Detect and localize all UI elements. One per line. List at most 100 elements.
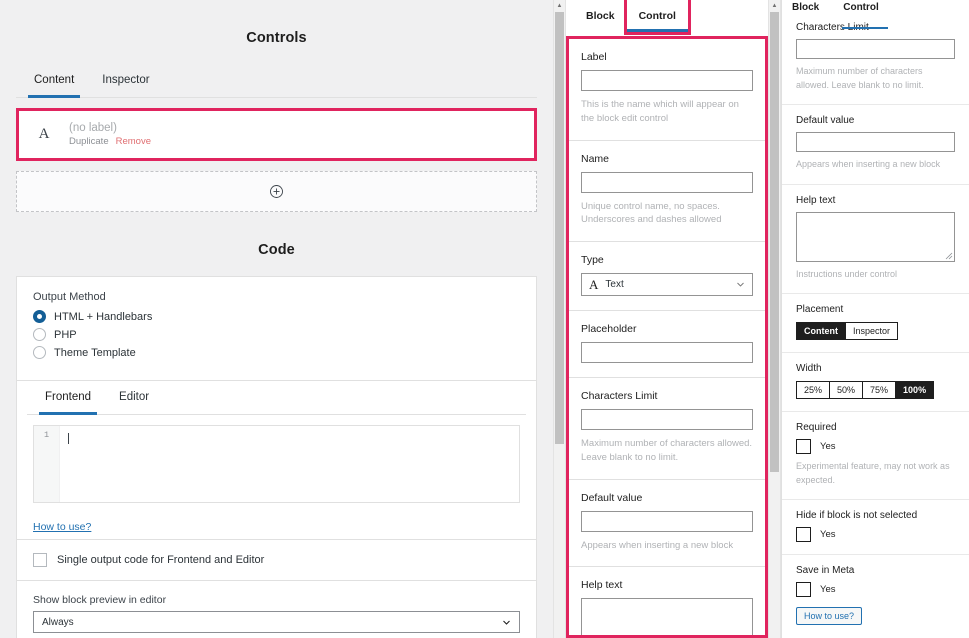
type-select[interactable]: A Text xyxy=(581,273,753,297)
panel-tabs: Block Control xyxy=(566,0,768,36)
width-option-50[interactable]: 50% xyxy=(830,382,864,398)
type-select-value: Text xyxy=(605,279,624,291)
label-field-label: Label xyxy=(581,51,607,63)
scroll-up-arrow-icon[interactable]: ▲ xyxy=(554,0,565,11)
name-field-label: Name xyxy=(581,152,610,165)
block-preview-value: Always xyxy=(42,616,74,628)
code-editor[interactable]: 1 xyxy=(33,425,520,503)
inspector-help-text-group: Help text Instructions under control xyxy=(782,185,969,294)
name-input[interactable] xyxy=(581,171,753,193)
block-preview-label: Show block preview in editor xyxy=(33,594,167,606)
placeholder-field-label: Placeholder xyxy=(581,323,637,336)
characters-limit-input[interactable] xyxy=(581,409,753,431)
width-option-75[interactable]: 75% xyxy=(863,382,897,398)
checkbox-icon[interactable] xyxy=(796,527,811,542)
hide-if-not-selected-checkbox-row[interactable]: Yes xyxy=(796,527,955,542)
resize-handle-icon[interactable] xyxy=(945,252,953,260)
inspector-characters-limit-input[interactable] xyxy=(796,39,955,59)
help-text-textarea[interactable] xyxy=(581,598,753,635)
code-editor-line[interactable] xyxy=(60,426,519,502)
right-panel-scrollbar[interactable]: ▲ xyxy=(768,0,781,638)
app-screen: Controls Content Inspector A (no label) … xyxy=(0,0,969,638)
scrollbar-thumb[interactable] xyxy=(770,12,779,472)
label-input[interactable] xyxy=(581,70,753,91)
single-output-checkbox-row[interactable]: Single output code for Frontend and Edit… xyxy=(17,540,536,580)
save-in-meta-label: Save in Meta xyxy=(796,565,855,576)
radio-php-label: PHP xyxy=(54,328,77,341)
placement-option-content[interactable]: Content xyxy=(797,323,846,339)
checkbox-icon[interactable] xyxy=(796,439,811,454)
label-help-text: This is the name which will appear on th… xyxy=(581,99,739,124)
radio-php[interactable]: PHP xyxy=(33,328,520,341)
duplicate-control-link[interactable]: Duplicate xyxy=(69,136,109,147)
control-settings-inner: Block Control Label This is the name whi… xyxy=(566,0,768,638)
required-checkbox-label: Yes xyxy=(820,441,836,452)
how-to-use-wrap: How to use? xyxy=(17,513,536,539)
checkbox-icon[interactable] xyxy=(33,553,47,567)
inspector-default-value-input[interactable] xyxy=(796,132,955,152)
placement-option-inspector[interactable]: Inspector xyxy=(846,323,898,339)
control-item-row[interactable]: A (no label) Duplicate Remove xyxy=(19,111,534,158)
width-option-100[interactable]: 100% xyxy=(896,382,934,398)
save-in-meta-checkbox-row[interactable]: Yes xyxy=(796,582,955,597)
control-item-actions: Duplicate Remove xyxy=(69,136,151,147)
scrollbar-thumb[interactable] xyxy=(555,12,564,444)
default-value-help-text: Appears when inserting a new block xyxy=(581,539,734,551)
radio-html-handlebars[interactable]: HTML + Handlebars xyxy=(33,310,520,323)
required-label: Required xyxy=(796,422,837,433)
remove-control-link[interactable]: Remove xyxy=(116,136,151,147)
mid-panel-scrollbar[interactable]: ▲ xyxy=(553,0,566,638)
inspector-tab-block[interactable]: Block xyxy=(792,0,829,16)
width-option-25[interactable]: 25% xyxy=(797,382,831,398)
inspector-help-text-textarea[interactable] xyxy=(796,211,955,262)
gutter-line-number: 1 xyxy=(43,430,50,440)
plus-circle-icon xyxy=(270,185,283,198)
panel-tab-block[interactable]: Block xyxy=(574,0,627,32)
characters-limit-help-text: Maximum number of characters allowed. Le… xyxy=(581,438,753,463)
inspector-width-group: Width 25% 50% 75% 100% xyxy=(782,353,969,412)
checkbox-icon[interactable] xyxy=(796,582,811,597)
tab-inspector[interactable]: Inspector xyxy=(88,64,163,97)
type-field-label: Type xyxy=(581,254,604,267)
width-segmented-control: 25% 50% 75% 100% xyxy=(796,381,935,399)
code-editor-area: 1 xyxy=(17,425,536,513)
default-value-input[interactable] xyxy=(581,510,753,532)
radio-indicator-icon xyxy=(33,346,46,359)
inspector-tab-control[interactable]: Control xyxy=(843,0,889,16)
block-preview-select[interactable]: Always xyxy=(33,611,520,633)
add-control-button[interactable] xyxy=(16,171,537,212)
field-group-placeholder: Placeholder xyxy=(569,311,765,379)
field-group-label: Label This is the name which will appear… xyxy=(569,39,765,141)
controls-section-title: Controls xyxy=(246,30,307,46)
radio-indicator-icon xyxy=(33,310,46,323)
control-settings-body: Label This is the name which will appear… xyxy=(566,36,768,638)
text-type-glyph-icon: A xyxy=(589,276,599,292)
control-item-label: (no label) xyxy=(69,122,117,134)
tab-content[interactable]: Content xyxy=(20,64,88,98)
save-in-meta-how-to-use-button[interactable]: How to use? xyxy=(796,607,863,625)
inspector-hide-if-not-selected-group: Hide if block is not selected Yes xyxy=(782,500,969,555)
text-caret xyxy=(68,433,69,445)
tab-frontend[interactable]: Frontend xyxy=(31,381,105,415)
control-item-highlight: A (no label) Duplicate Remove xyxy=(16,108,537,161)
inspector-help-text-label: Help text xyxy=(796,194,836,206)
field-group-characters-limit: Characters Limit Maximum number of chara… xyxy=(569,378,765,480)
placeholder-input[interactable] xyxy=(581,342,753,364)
inspector-default-value-help: Appears when inserting a new block xyxy=(796,159,941,169)
code-card: Output Method HTML + Handlebars PHP Them… xyxy=(16,276,537,638)
placement-segmented-control: Content Inspector xyxy=(796,322,899,340)
field-group-default-value: Default value Appears when inserting a n… xyxy=(569,480,765,568)
hide-if-not-selected-label: Hide if block is not selected xyxy=(796,510,918,521)
tab-editor[interactable]: Editor xyxy=(105,381,163,414)
block-preview-select-row: Show block preview in editor Always xyxy=(17,581,536,638)
single-output-label: Single output code for Frontend and Edit… xyxy=(57,554,265,566)
active-tab-indicator xyxy=(842,27,888,29)
code-section-title: Code xyxy=(258,242,295,258)
how-to-use-link[interactable]: How to use? xyxy=(33,521,91,533)
scroll-up-arrow-icon[interactable]: ▲ xyxy=(769,0,780,11)
required-checkbox-row[interactable]: Yes xyxy=(796,439,955,454)
radio-theme-template[interactable]: Theme Template xyxy=(33,346,520,359)
panel-tab-control[interactable]: Control xyxy=(623,0,691,35)
inspector-sidebar-inner: Block Control Characters Limit Maximum n… xyxy=(781,0,969,638)
inspector-sidebar: ▲ Block Control Characters Limit Maximum… xyxy=(768,0,969,638)
